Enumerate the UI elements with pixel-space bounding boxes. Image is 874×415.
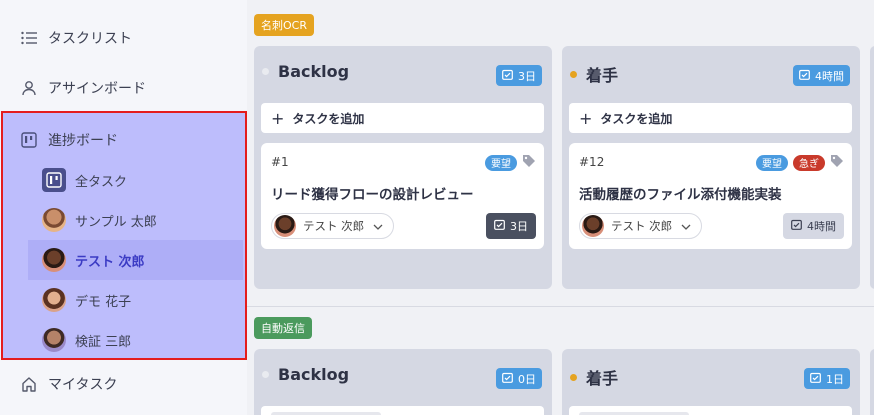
group-divider bbox=[247, 306, 874, 307]
estimate-badge[interactable]: 4時間 bbox=[783, 213, 844, 239]
group-tag[interactable]: 自動返信 bbox=[254, 317, 312, 339]
status-dot bbox=[570, 70, 577, 78]
estimate-text: 3日 bbox=[510, 220, 528, 233]
add-task-label: タスクを追加 bbox=[292, 111, 365, 126]
avatar bbox=[42, 288, 66, 312]
task-title: リード獲得フローの設計レビュー bbox=[271, 187, 474, 203]
sidebar-item-label: アサインボード bbox=[48, 81, 146, 97]
calendar-icon bbox=[810, 372, 821, 386]
avatar bbox=[274, 215, 296, 237]
sidebar-item-label: マイタスク bbox=[48, 377, 118, 393]
plus-icon: + bbox=[271, 108, 285, 128]
calendar-icon bbox=[791, 219, 802, 233]
calendar-icon bbox=[502, 372, 513, 386]
column-total-badge: 3日 bbox=[496, 65, 542, 86]
sidebar-subitem-label: サンプル 太郎 bbox=[75, 214, 157, 230]
badge-text: 0日 bbox=[518, 372, 536, 386]
kanban-column-partial bbox=[870, 46, 874, 289]
user-icon bbox=[20, 79, 38, 97]
sidebar-item-assign-board[interactable]: アサインボード bbox=[0, 68, 247, 108]
column-title-text: Backlog bbox=[278, 365, 350, 384]
estimate-badge[interactable]: 3日 bbox=[486, 213, 536, 239]
add-task-label: タスクを追加 bbox=[600, 111, 673, 126]
list-icon bbox=[20, 29, 38, 47]
column-title-text: 着手 bbox=[586, 369, 619, 388]
chevron-down-icon bbox=[373, 219, 383, 233]
sidebar-item-task-list[interactable]: タスクリスト bbox=[0, 18, 247, 58]
column-total-badge: 1日 bbox=[804, 368, 850, 389]
sidebar-subitem-user[interactable]: テスト 次郎 bbox=[28, 240, 243, 280]
kanban-column: 着手 1日 bbox=[562, 349, 860, 415]
estimate-text: 4時間 bbox=[807, 220, 836, 233]
status-dot bbox=[570, 373, 577, 381]
add-task-button[interactable]: + タスクを追加 bbox=[569, 103, 852, 133]
badge-text: 3日 bbox=[518, 69, 536, 83]
add-task-button[interactable] bbox=[569, 406, 852, 415]
tag-list: 要望 bbox=[485, 153, 536, 172]
kanban-column: 着手 4時間 + タスクを追加 #12 要望 急ぎ 活動履歴のファイル添付機能実… bbox=[562, 46, 860, 289]
status-dot bbox=[262, 68, 269, 75]
sidebar-item-label: 進捗ボード bbox=[48, 133, 118, 149]
sidebar-subitem-label: 検証 三郎 bbox=[75, 334, 132, 350]
plus-icon: + bbox=[579, 108, 593, 128]
column-total-badge: 4時間 bbox=[793, 65, 850, 86]
column-total-badge: 0日 bbox=[496, 368, 542, 389]
group-tag[interactable]: 名刺OCR bbox=[254, 14, 314, 36]
avatar bbox=[42, 328, 66, 352]
calendar-icon bbox=[502, 69, 513, 83]
avatar bbox=[582, 215, 604, 237]
sidebar-subitem-all-tasks[interactable]: 全タスク bbox=[28, 160, 243, 200]
badge-text: 4時間 bbox=[815, 69, 844, 83]
assignee-select[interactable]: テスト 次郎 bbox=[271, 213, 395, 239]
kanban-column: Backlog 0日 bbox=[254, 349, 552, 415]
add-task-button[interactable]: + タスクを追加 bbox=[261, 103, 544, 133]
sidebar-subitem-label: デモ 花子 bbox=[75, 294, 132, 310]
column-title-text: 着手 bbox=[586, 66, 619, 85]
home-icon bbox=[20, 375, 38, 393]
board-icon bbox=[20, 131, 38, 149]
tag-badge: 急ぎ bbox=[793, 154, 825, 171]
column-title: Backlog bbox=[262, 62, 349, 81]
status-dot bbox=[262, 371, 269, 378]
sidebar-subitem-label: テスト 次郎 bbox=[75, 254, 145, 270]
avatar bbox=[42, 248, 66, 272]
avatar bbox=[42, 208, 66, 232]
task-id: #12 bbox=[579, 155, 605, 169]
sidebar-item-my-tasks[interactable]: マイタスク bbox=[0, 364, 247, 404]
chevron-down-icon bbox=[681, 219, 691, 233]
assignee-name: テスト 次郎 bbox=[611, 219, 673, 233]
sidebar-subitem-user[interactable]: 検証 三郎 bbox=[28, 320, 243, 360]
column-title: 着手 bbox=[570, 365, 618, 389]
tag-list: 要望 急ぎ bbox=[756, 153, 844, 172]
calendar-icon bbox=[494, 219, 505, 233]
assignee-name: テスト 次郎 bbox=[303, 219, 365, 233]
sidebar-subitem-label: 全タスク bbox=[75, 174, 128, 190]
calendar-icon bbox=[799, 69, 810, 83]
add-task-button[interactable] bbox=[261, 406, 544, 415]
badge-text: 1日 bbox=[826, 372, 844, 386]
sidebar-subitem-user[interactable]: サンプル 太郎 bbox=[28, 200, 243, 240]
task-title: 活動履歴のファイル添付機能実装 bbox=[579, 187, 782, 203]
board-area: 名刺OCR Backlog 3日 + タスクを追加 #1 要望 リード獲得フロー… bbox=[247, 0, 874, 415]
task-card[interactable]: #1 要望 リード獲得フローの設計レビュー テスト 次郎 3日 bbox=[261, 143, 544, 249]
column-title: 着手 bbox=[570, 62, 618, 86]
column-title-text: Backlog bbox=[278, 62, 350, 81]
tag-icon[interactable] bbox=[522, 153, 536, 172]
sidebar-item-progress-board[interactable]: 進捗ボード bbox=[0, 120, 247, 160]
task-card[interactable]: #12 要望 急ぎ 活動履歴のファイル添付機能実装 テスト 次郎 4時間 bbox=[569, 143, 852, 249]
kanban-column-partial bbox=[870, 349, 874, 415]
kanban-column: Backlog 3日 + タスクを追加 #1 要望 リード獲得フローの設計レビュ… bbox=[254, 46, 552, 289]
tag-badge: 要望 bbox=[756, 154, 788, 171]
sidebar-subitem-user[interactable]: デモ 花子 bbox=[28, 280, 243, 320]
column-title: Backlog bbox=[262, 365, 349, 384]
task-id: #1 bbox=[271, 155, 289, 169]
assignee-select[interactable]: テスト 次郎 bbox=[579, 213, 703, 239]
tag-icon[interactable] bbox=[830, 153, 844, 172]
board-icon bbox=[42, 168, 66, 192]
sidebar: タスクリスト アサインボード 進捗ボード 全タスク サンプル 太郎 テスト 次郎… bbox=[0, 0, 247, 415]
tag-badge: 要望 bbox=[485, 154, 517, 171]
sidebar-item-label: タスクリスト bbox=[48, 31, 132, 47]
